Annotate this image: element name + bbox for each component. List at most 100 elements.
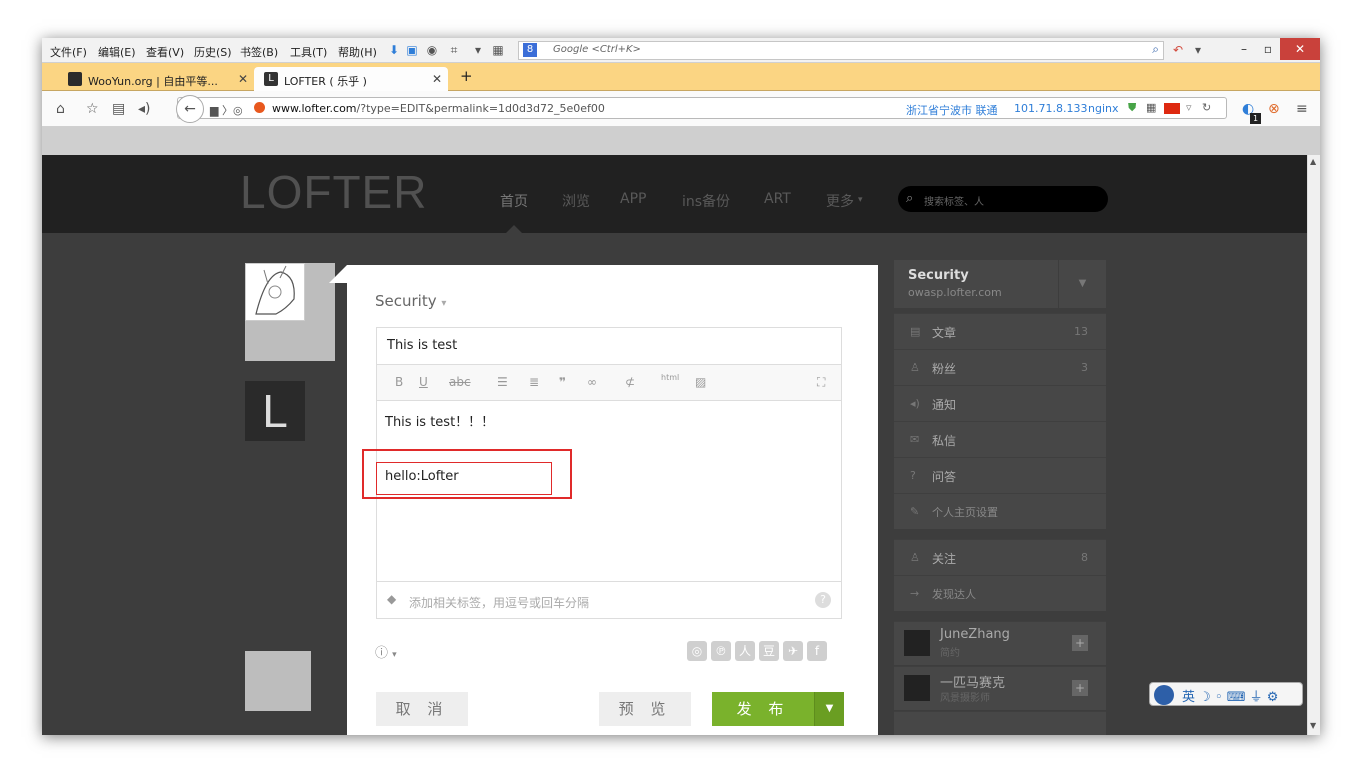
add-follow-button[interactable]: + [1072, 680, 1088, 696]
url-text[interactable]: www.lofter.com/?type=EDIT&permalink=1d0d… [272, 102, 605, 115]
search-bar[interactable]: 8 Google <Ctrl+K> ⌕ [518, 41, 1164, 60]
body-editor[interactable]: This is test！！！ hello:Lofter [362, 401, 842, 581]
site-search-input[interactable]: ⌕ 搜索标签、人 [898, 186, 1108, 212]
publish-options-button[interactable]: ▼ [814, 692, 844, 726]
image-icon[interactable]: ▨ [695, 375, 706, 389]
block-addon-icon[interactable]: ⊗ [1268, 101, 1280, 117]
search-engine-icon[interactable]: 8 [523, 43, 537, 57]
reader-icon[interactable]: ▣ [404, 42, 420, 58]
cancel-button[interactable]: 取 消 [376, 692, 468, 726]
tag-input[interactable]: ◆ 添加相关标签，用逗号或回车分隔 ? [376, 581, 842, 619]
numbered-list-icon[interactable]: ≣ [529, 375, 539, 389]
recommended-user[interactable] [894, 711, 1106, 735]
menu-bookmarks[interactable]: 书签(B) [240, 44, 278, 60]
publish-button[interactable]: 发 布 [712, 692, 814, 726]
ime-language[interactable]: 英 [1182, 690, 1195, 705]
home-icon[interactable]: ⌂ [56, 101, 65, 117]
link-icon[interactable]: ∞ [587, 375, 597, 389]
qr-icon[interactable]: ▦ [490, 42, 506, 58]
help-icon[interactable]: ? [815, 592, 831, 608]
underline-button[interactable]: U [419, 375, 428, 389]
shield-icon[interactable]: ⛊ [1128, 101, 1136, 115]
nav-browse[interactable]: 浏览 [562, 191, 590, 211]
sidebar-item-following[interactable]: ♙ 关注 8 [894, 539, 1106, 575]
sidebar-item-articles[interactable]: ▤ 文章 13 [894, 313, 1106, 349]
site-identity-icon[interactable]: ▆ 〉◎ [210, 102, 243, 118]
scroll-down-icon[interactable]: ▼ [1310, 721, 1316, 730]
minimize-button[interactable]: – [1232, 38, 1256, 60]
hamburger-menu-icon[interactable]: ≡ [1296, 101, 1308, 117]
close-window-button[interactable]: ✕ [1280, 38, 1320, 60]
nav-home[interactable]: 首页 [500, 191, 528, 211]
screenshot-icon[interactable]: ⌗ [446, 42, 462, 58]
search-icon[interactable]: ⌕ [1152, 42, 1159, 57]
nav-more[interactable]: 更多 [826, 191, 854, 211]
renren-share-icon[interactable]: 人 [735, 641, 755, 661]
security-icon[interactable] [254, 102, 265, 113]
ime-toolbar[interactable]: 英 ☽ ◦ ⌨ ⏚ ⚙ [1149, 682, 1303, 706]
star-icon[interactable]: ☆ [86, 101, 99, 117]
user-name[interactable]: JuneZhang [940, 627, 1010, 642]
reload-icon[interactable]: ↻ [1202, 101, 1211, 114]
sidebar-item-messages[interactable]: ✉ 私信 [894, 421, 1106, 457]
download-icon[interactable]: ⬇ [386, 42, 402, 58]
nav-art[interactable]: ART [764, 191, 791, 207]
chevron-down-icon[interactable]: ▼ [1058, 260, 1106, 308]
html-icon[interactable]: html [661, 373, 679, 382]
tab-lofter[interactable]: L LOFTER ( 乐乎 ) ✕ [254, 67, 448, 91]
new-tab-button[interactable]: + [460, 67, 473, 91]
avatar[interactable] [904, 630, 930, 656]
quote-icon[interactable]: ❞ [559, 375, 566, 389]
qr-icon[interactable]: ▦ [1146, 101, 1156, 114]
sidebar-item-discover[interactable]: → 发现达人 [894, 575, 1106, 611]
sidebar-item-fans[interactable]: ♙ 粉丝 3 [894, 349, 1106, 385]
chevron-down-icon[interactable]: ▿ [1186, 101, 1192, 114]
tab-wooyun[interactable]: WooYun.org | 自由平等... ✕ [58, 67, 254, 91]
chevron-down-icon[interactable]: ▾ [1190, 42, 1206, 58]
speaker-icon[interactable]: ◂) [138, 101, 151, 117]
avatar[interactable] [245, 651, 311, 711]
weibo-share-icon[interactable]: ◎ [687, 641, 707, 661]
scroll-up-icon[interactable]: ▲ [1310, 157, 1316, 166]
back-button[interactable]: ← [176, 95, 204, 123]
recommended-user[interactable]: 一匹马赛克 风景摄影师 + [894, 666, 1106, 710]
lofter-logo[interactable]: LOFTER [240, 165, 427, 219]
preview-button[interactable]: 预 览 [599, 692, 691, 726]
globe-icon[interactable]: ◉ [424, 42, 440, 58]
sidebar-item-settings[interactable]: ✎ 个人主页设置 [894, 493, 1106, 529]
maximize-button[interactable]: ▫ [1256, 38, 1280, 60]
avatar[interactable] [904, 675, 930, 701]
bullet-list-icon[interactable]: ☰ [497, 375, 508, 389]
title-field[interactable]: This is test [376, 327, 842, 365]
permission-selector[interactable]: ⓘ ▾ [375, 642, 397, 661]
strikethrough-button[interactable]: abc [449, 375, 471, 389]
facebook-share-icon[interactable]: f [807, 641, 827, 661]
unlink-icon[interactable]: ⊄ [625, 375, 635, 389]
twitter-share-icon[interactable]: ✈ [783, 641, 803, 661]
avatar[interactable] [245, 263, 305, 321]
menu-view[interactable]: 查看(V) [146, 44, 184, 60]
blog-header[interactable]: Security owasp.lofter.com ▼ [894, 260, 1106, 308]
menu-edit[interactable]: 编辑(E) [98, 44, 136, 60]
close-tab-icon[interactable]: ✕ [432, 72, 442, 86]
chevron-down-icon[interactable]: ▾ [858, 195, 863, 205]
menu-history[interactable]: 历史(S) [194, 44, 232, 60]
recommended-user[interactable]: JuneZhang 简约 + [894, 621, 1106, 665]
add-follow-button[interactable]: + [1072, 635, 1088, 651]
sidebar-item-qa[interactable]: ? 问答 [894, 457, 1106, 493]
fullscreen-icon[interactable]: ⛶ [817, 375, 825, 390]
qzone-share-icon[interactable]: ℗ [711, 641, 731, 661]
douban-share-icon[interactable]: 豆 [759, 641, 779, 661]
lofter-l-logo[interactable]: L [245, 381, 305, 441]
menu-tools[interactable]: 工具(T) [290, 44, 327, 60]
reading-list-icon[interactable]: ▤ [112, 101, 125, 117]
dropdown-icon[interactable]: ▾ [470, 42, 486, 58]
bold-button[interactable]: B [395, 375, 403, 389]
menu-help[interactable]: 帮助(H) [338, 44, 377, 60]
blog-selector[interactable]: Security ▾ [375, 292, 446, 310]
nav-ins-backup[interactable]: ins备份 [682, 191, 730, 211]
close-tab-icon[interactable]: ✕ [238, 72, 248, 86]
back-history-icon[interactable]: ↶ [1170, 42, 1186, 58]
url-bar[interactable]: ← ▆ 〉◎ www.lofter.com/?type=EDIT&permali… [176, 95, 1227, 123]
menu-file[interactable]: 文件(F) [50, 44, 87, 60]
